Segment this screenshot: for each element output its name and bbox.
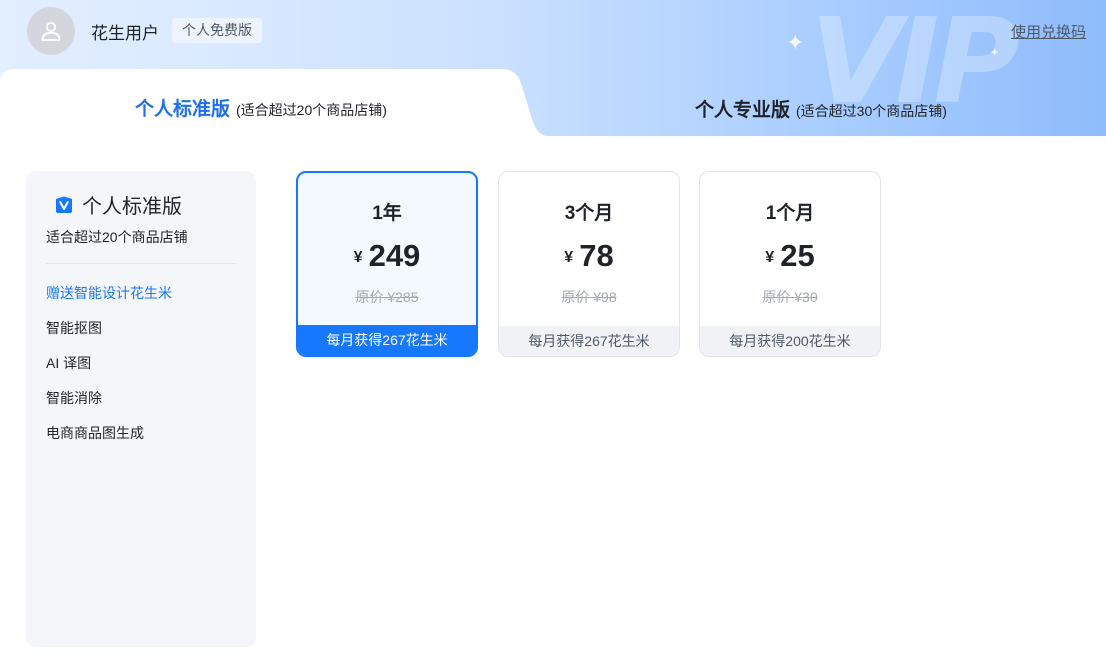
benefit-item: 电商商品图生成	[46, 425, 144, 441]
original-price: 原价 ¥285	[355, 289, 419, 305]
monthly-bonus: 每月获得200花生米	[700, 326, 880, 356]
plan-card-3-months[interactable]: 3个月 ¥78 原价 ¥98 每月获得267花生米	[498, 171, 680, 357]
tab-title: 个人标准版	[135, 99, 231, 120]
plan-card-1-year[interactable]: 1年 ¥249 原价 ¥285 每月获得267花生米	[296, 171, 478, 357]
avatar[interactable]	[27, 7, 75, 55]
plan-price: ¥78	[499, 238, 679, 274]
redeem-code-link[interactable]: 使用兑换码	[1011, 21, 1086, 42]
currency-symbol: ¥	[564, 249, 574, 266]
sparkle-icon: ✦	[786, 30, 805, 55]
panel-title-text: 个人标准版	[82, 196, 182, 218]
panel-title: 个人标准版	[54, 190, 182, 219]
currency-symbol: ¥	[765, 249, 775, 266]
price-value: 25	[780, 238, 815, 273]
plan-benefits-panel: 个人标准版 适合超过20个商品店铺 赠送智能设计花生米 智能抠图 AI 译图 智…	[26, 171, 256, 647]
tab-personal-pro[interactable]: 个人专业版 (适合超过30个商品店铺)	[548, 72, 1106, 136]
plan-price: ¥249	[298, 238, 476, 274]
plan-price: ¥25	[700, 238, 880, 274]
tab-personal-standard[interactable]: 个人标准版 (适合超过20个商品店铺)	[0, 69, 548, 136]
divider	[46, 263, 236, 264]
plan-badge: 个人免费版	[172, 18, 262, 43]
tab-title: 个人专业版	[695, 100, 791, 121]
plan-duration: 1年	[372, 203, 402, 224]
monthly-bonus: 每月获得267花生米	[298, 325, 476, 355]
price-value: 249	[368, 238, 421, 273]
panel-subtitle: 适合超过20个商品店铺	[46, 229, 188, 245]
vip-shield-icon	[56, 196, 72, 213]
user-icon	[41, 21, 61, 41]
benefit-item: AI 译图	[46, 355, 92, 371]
monthly-bonus: 每月获得267花生米	[499, 326, 679, 356]
tab-subtitle: (适合超过30个商品店铺)	[796, 103, 947, 119]
benefit-item: 智能消除	[46, 390, 102, 406]
sparkle-icon: ✦	[990, 47, 1000, 59]
plan-card-1-month[interactable]: 1个月 ¥25 原价 ¥30 每月获得200花生米	[699, 171, 881, 357]
original-price: 原价 ¥98	[561, 289, 617, 305]
tab-subtitle: (适合超过20个商品店铺)	[236, 102, 387, 118]
benefit-item: 智能抠图	[46, 320, 102, 336]
username: 花生用户	[91, 24, 159, 43]
original-price: 原价 ¥30	[762, 289, 818, 305]
plan-duration: 3个月	[564, 203, 614, 224]
currency-symbol: ¥	[353, 249, 363, 266]
plan-duration: 1个月	[765, 203, 815, 224]
price-value: 78	[579, 238, 614, 273]
benefit-item: 赠送智能设计花生米	[46, 285, 172, 301]
